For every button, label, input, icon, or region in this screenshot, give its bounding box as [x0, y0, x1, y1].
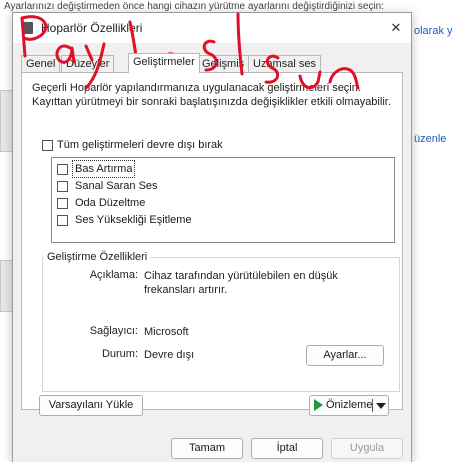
settings-button[interactable]: Ayarlar... [306, 345, 384, 366]
list-item[interactable]: Oda Düzeltme [57, 195, 147, 211]
list-item[interactable]: Bas Artırma [57, 160, 136, 179]
provider-label: Sağlayıcı: [89, 325, 138, 337]
list-item-label: Ses Yüksekliği Eşitleme [75, 214, 192, 227]
preview-label: Önizleme [326, 399, 373, 411]
tab-enhancements[interactable]: Geliştirmeler [128, 53, 200, 73]
play-icon [314, 399, 323, 412]
background-link-1[interactable]: olarak yü [414, 25, 453, 37]
tab-strip: Genel Düzeyler Geliştirmeler Gelişmiş Uz… [21, 53, 411, 73]
provider-value: Microsoft [144, 326, 189, 338]
disable-all-checkbox-row[interactable]: Tüm geliştirmeleri devre dışı bırak [42, 139, 223, 151]
title-bar[interactable]: Hoparlör Özellikleri ✕ [13, 13, 411, 43]
room-correction-checkbox[interactable] [57, 197, 68, 209]
loudness-equalization-checkbox[interactable] [57, 214, 68, 226]
enhancements-panel: Geçerli Hoparlör yapılandırmanıza uygula… [21, 72, 403, 410]
description-value: Cihaz tarafından yürütülebilen en düşük … [144, 270, 338, 296]
tab-spatial-sound[interactable]: Uzamsal ses [248, 55, 321, 72]
bass-boost-checkbox[interactable] [57, 163, 68, 175]
tab-general[interactable]: Genel [21, 55, 61, 72]
ok-button[interactable]: Tamam [171, 438, 243, 459]
enhancements-list[interactable]: Bas Artırma Sanal Saran Ses Oda Düzeltme… [51, 157, 395, 243]
split-divider [372, 399, 373, 412]
virtual-surround-checkbox[interactable] [57, 180, 68, 192]
speaker-icon [23, 22, 33, 34]
description-label: Açıklama: [89, 269, 138, 281]
group-title: Geliştirme Özellikleri [44, 251, 151, 263]
speaker-properties-dialog: Hoparlör Özellikleri ✕ Genel Düzeyler Ge… [12, 12, 412, 462]
list-item-label: Oda Düzeltme [75, 197, 146, 210]
apply-button[interactable]: Uygula [331, 438, 403, 459]
list-item-label: Sanal Saran Ses [75, 180, 158, 193]
chevron-down-icon[interactable] [376, 403, 386, 409]
status-label: Durum: [101, 348, 138, 360]
tab-advanced[interactable]: Gelişmiş [197, 55, 250, 72]
window-title: Hoparlör Özellikleri [41, 21, 143, 35]
enhancements-description: Geçerli Hoparlör yapılandırmanıza uygula… [32, 82, 391, 108]
list-item-label: Bas Artırma [71, 160, 136, 179]
status-value: Devre dışı [144, 349, 195, 361]
restore-defaults-button[interactable]: Varsayılanı Yükle [39, 395, 143, 416]
background-link-2[interactable]: üzenle [414, 133, 446, 145]
cancel-button[interactable]: İptal [251, 438, 323, 459]
tab-levels[interactable]: Düzeyler [61, 55, 115, 72]
disable-all-checkbox[interactable] [42, 139, 53, 151]
disable-all-label: Tüm geliştirmeleri devre dışı bırak [57, 139, 223, 151]
list-item[interactable]: Ses Yüksekliği Eşitleme [57, 212, 194, 228]
close-button[interactable]: ✕ [385, 17, 407, 39]
list-item[interactable]: Sanal Saran Ses [57, 178, 160, 194]
preview-button[interactable]: Önizleme [309, 395, 389, 416]
